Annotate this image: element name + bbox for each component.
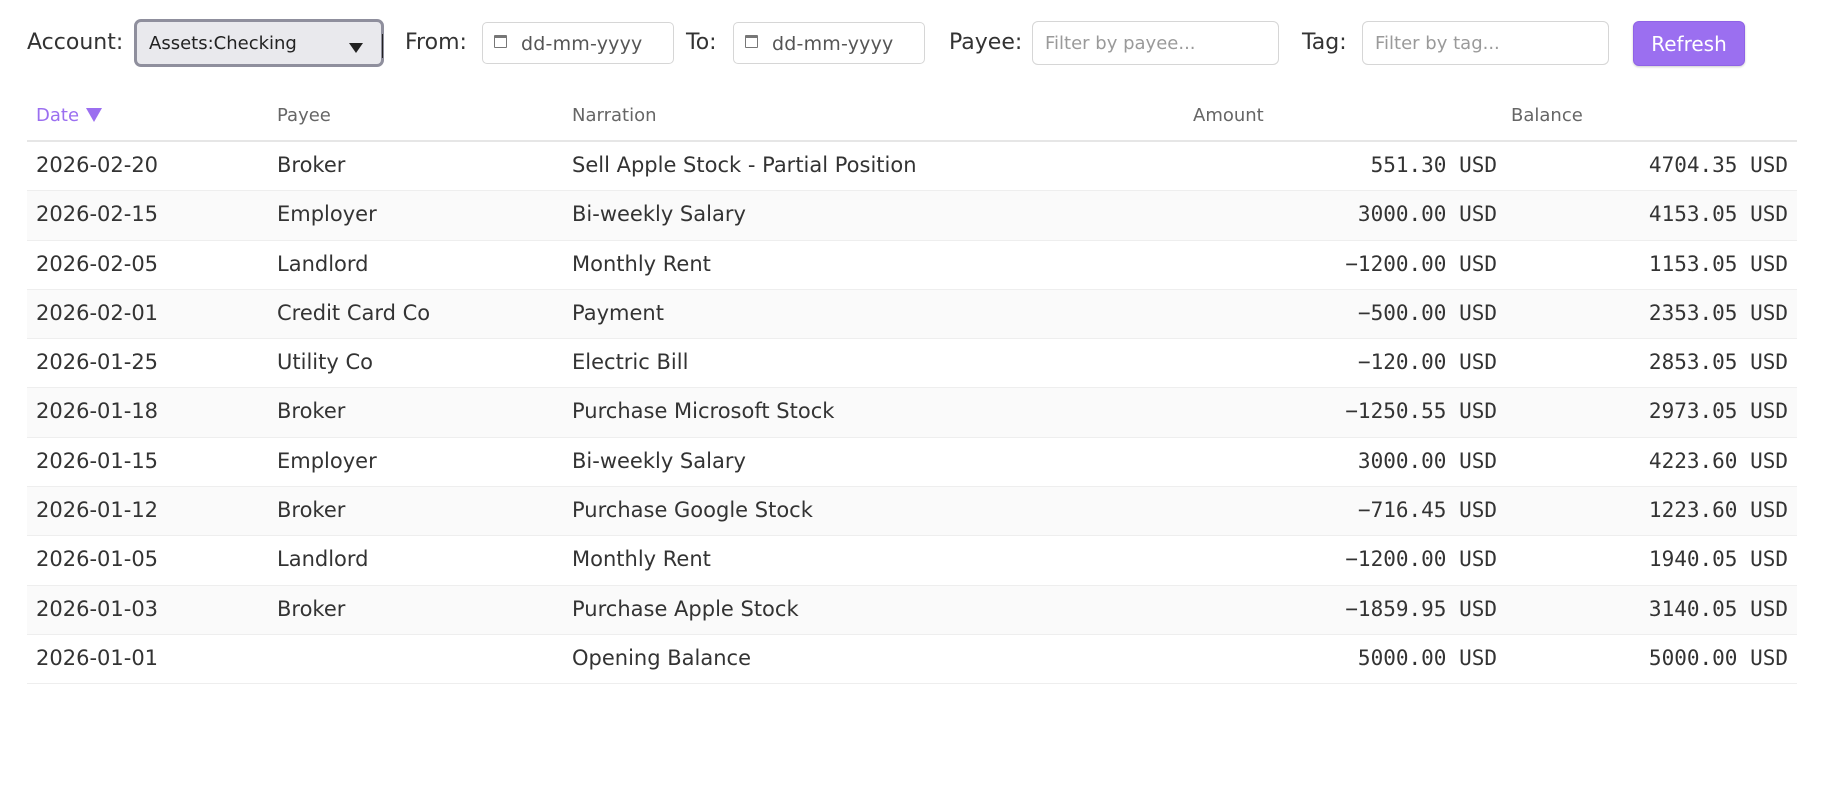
cell-date: 2026-01-12 [36, 498, 159, 523]
cell-narration: Electric Bill [572, 350, 689, 375]
cell-date: 2026-01-18 [36, 399, 159, 424]
tag-label: Tag: [1302, 30, 1347, 55]
column-header-narration[interactable]: Narration [572, 105, 657, 126]
column-header-date-label: Date [36, 105, 80, 126]
cell-narration: Opening Balance [572, 645, 751, 670]
table-row[interactable]: 2026-02-05 Landlord Monthly Rent −1200.00 U… [27, 241, 1797, 290]
from-label: From: [405, 30, 467, 55]
cell-narration: Sell Apple Stock - Partial Position [572, 153, 917, 177]
account-select-value: Assets:Checking [149, 33, 297, 54]
table-row[interactable]: 2026-01-05 Landlord Monthly Rent −1200.00 U… [27, 536, 1797, 586]
cell-amount: 5000.00 USD [1357, 645, 1497, 670]
cell-amount: 551.30 USD [1370, 153, 1497, 177]
payee-label: Payee: [949, 30, 1023, 55]
cell-amount: 3000.00 USD [1357, 202, 1497, 227]
cell-balance: 4223.60 USD [1648, 448, 1788, 473]
cell-payee: Landlord [277, 547, 369, 572]
cell-balance: 4153.05 USD [1648, 202, 1788, 227]
cell-amount: −500.00 USD [1357, 300, 1497, 325]
from-date-input[interactable]: dd-mm-yyyy [482, 22, 674, 64]
cell-narration: Purchase Apple Stock [572, 596, 799, 621]
cell-balance: 2973.05 USD [1648, 399, 1788, 424]
cell-payee: Broker [277, 399, 346, 424]
sort-descending-icon [86, 108, 103, 122]
cell-narration: Payment [572, 300, 664, 325]
table-body: 2026-02-20 Broker Sell Apple Stock - Parti… [27, 142, 1797, 685]
cell-payee: Employer [277, 448, 377, 473]
cell-payee: Utility Co [277, 350, 373, 375]
column-header-payee[interactable]: Payee [277, 105, 331, 126]
cell-narration: Monthly Rent [572, 251, 711, 276]
table-row[interactable]: 2026-02-20 Broker Sell Apple Stock - Parti… [27, 142, 1797, 192]
cell-date: 2026-02-15 [36, 202, 159, 227]
filter-toolbar: Account: Assets:Checking From: dd-mm-yyy… [0, 0, 1821, 90]
cell-payee: Credit Card Co [277, 300, 431, 325]
cell-balance: 3140.05 USD [1648, 596, 1788, 621]
table-row[interactable]: 2026-01-01 Opening Balance 5000.00 USD 5000… [27, 635, 1797, 685]
tag-filter-input[interactable] [1362, 21, 1609, 65]
table-row[interactable]: 2026-01-12 Broker Purchase Google Stock −71… [27, 487, 1797, 537]
column-header-balance[interactable]: Balance [1511, 105, 1583, 126]
cell-payee: Broker [277, 498, 346, 523]
cell-balance: 2353.05 USD [1648, 300, 1788, 325]
cell-amount: −120.00 USD [1357, 350, 1497, 375]
cell-date: 2026-02-20 [36, 153, 159, 177]
to-date-input[interactable]: dd-mm-yyyy [733, 22, 925, 64]
cell-payee: Landlord [277, 251, 369, 276]
from-date-placeholder: dd-mm-yyyy [521, 33, 643, 55]
cell-payee: Employer [277, 202, 377, 227]
cell-narration: Monthly Rent [572, 547, 711, 572]
calendar-icon[interactable] [745, 35, 758, 48]
refresh-button[interactable]: Refresh [1633, 21, 1745, 66]
cell-balance: 1223.60 USD [1648, 498, 1788, 523]
cell-amount: −716.45 USD [1357, 498, 1497, 523]
cell-payee: Broker [277, 596, 346, 621]
cell-narration: Purchase Google Stock [572, 498, 813, 523]
cell-balance: 4704.35 USD [1648, 153, 1788, 177]
table-row[interactable]: 2026-02-15 Employer Bi-weekly Salary 3000.0… [27, 191, 1797, 241]
cell-amount: 3000.00 USD [1357, 448, 1497, 473]
table-row[interactable]: 2026-01-25 Utility Co Electric Bill −120.00… [27, 339, 1797, 389]
table-row[interactable]: 2026-01-18 Broker Purchase Microsoft Stock… [27, 388, 1797, 438]
table-header: Date Payee Narration Amount Balance [27, 94, 1797, 142]
dropdown-arrow-icon [349, 43, 363, 53]
table-row[interactable]: 2026-01-15 Employer Bi-weekly Salary 3000.0… [27, 438, 1797, 488]
cell-balance: 2853.05 USD [1648, 350, 1788, 375]
cell-amount: −1250.55 USD [1345, 399, 1497, 424]
text-cursor [382, 34, 383, 58]
cell-date: 2026-01-15 [36, 448, 159, 473]
cell-date: 2026-02-01 [36, 300, 159, 325]
payee-filter-input[interactable] [1032, 21, 1279, 65]
cell-date: 2026-01-25 [36, 350, 159, 375]
cell-balance: 1153.05 USD [1648, 251, 1788, 276]
cell-amount: −1200.00 USD [1345, 547, 1497, 572]
cell-amount: −1859.95 USD [1345, 596, 1497, 621]
column-header-date[interactable]: Date [36, 105, 103, 126]
cell-payee: Broker [277, 153, 346, 177]
cell-balance: 5000.00 USD [1648, 645, 1788, 670]
table-row[interactable]: 2026-01-03 Broker Purchase Apple Stock −185… [27, 585, 1797, 635]
to-label: To: [686, 30, 717, 55]
account-select[interactable]: Assets:Checking [134, 19, 384, 67]
cell-narration: Purchase Microsoft Stock [572, 399, 835, 424]
cell-narration: Bi-weekly Salary [572, 202, 746, 227]
to-date-placeholder: dd-mm-yyyy [772, 33, 894, 55]
cell-amount: −1200.00 USD [1345, 251, 1497, 276]
cell-date: 2026-01-03 [36, 596, 159, 621]
calendar-icon[interactable] [494, 35, 507, 48]
cell-balance: 1940.05 USD [1648, 547, 1788, 572]
account-label: Account: [27, 30, 124, 55]
cell-date: 2026-01-05 [36, 547, 159, 572]
table-row[interactable]: 2026-02-01 Credit Card Co Payment −500.00 U… [27, 289, 1797, 340]
cell-narration: Bi-weekly Salary [572, 448, 746, 473]
column-header-amount[interactable]: Amount [1193, 105, 1264, 126]
ledger-table: Date Payee Narration Amount Balance 2026… [27, 94, 1797, 685]
cell-date: 2026-02-05 [36, 251, 159, 276]
cell-date: 2026-01-01 [36, 645, 159, 670]
